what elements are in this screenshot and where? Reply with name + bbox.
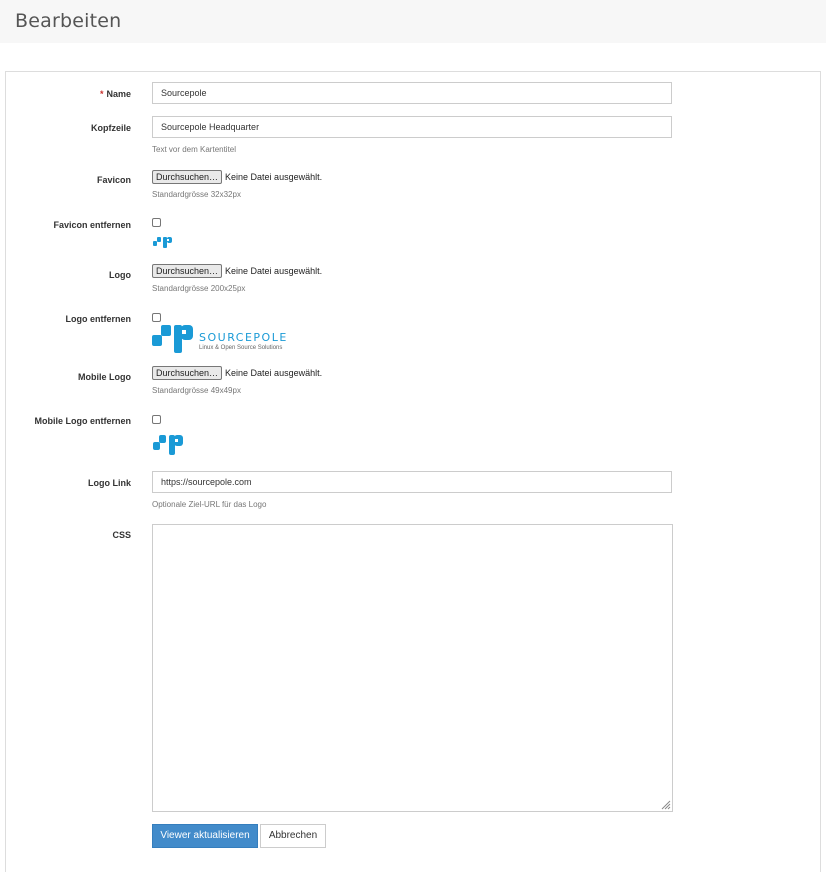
logo-label: Logo (109, 270, 131, 280)
mobile-logo-help: Standardgrösse 49x49px (152, 386, 241, 395)
favicon-preview-icon (153, 237, 172, 248)
kopfzeile-help: Text vor dem Kartentitel (152, 145, 237, 154)
logo-link-input[interactable] (152, 471, 672, 493)
name-label: * Name (99, 89, 131, 99)
update-viewer-button[interactable]: Viewer aktualisieren (152, 824, 258, 848)
page-header: Bearbeiten (0, 0, 826, 43)
mobile-logo-label: Mobile Logo (78, 372, 131, 382)
favicon-remove-checkbox[interactable] (152, 218, 161, 227)
mobile-logo-file-status: Keine Datei ausgewählt. (225, 367, 323, 378)
required-mark: * (99, 89, 104, 99)
logo-tagline: Linux & Open Source Solutions (199, 345, 283, 351)
cancel-button[interactable]: Abbrechen (260, 824, 326, 848)
logo-browse-button[interactable]: Durchsuchen… (152, 263, 223, 278)
logo-help: Standardgrösse 200x25px (152, 284, 246, 293)
logo-remove-label: Logo entfernen (65, 314, 132, 324)
logo-file-input[interactable]: Durchsuchen… Keine Datei ausgewählt. (152, 263, 322, 278)
logo-brand-text: SOURCEPOLE (199, 331, 288, 344)
favicon-file-input[interactable]: Durchsuchen… Keine Datei ausgewählt. (152, 169, 322, 184)
sourcepole-logo-icon (152, 325, 193, 353)
css-label: CSS (112, 530, 131, 540)
favicon-label: Favicon (96, 175, 131, 185)
logo-file-status: Keine Datei ausgewählt. (225, 265, 323, 276)
favicon-remove-label: Favicon entfernen (53, 220, 131, 230)
logo-preview: SOURCEPOLE Linux & Open Source Solutions (152, 324, 297, 354)
mobile-logo-preview-icon (153, 435, 183, 455)
resize-grip-icon[interactable] (661, 800, 671, 810)
favicon-help: Standardgrösse 32x32px (152, 190, 241, 199)
name-input[interactable] (152, 82, 672, 104)
mobile-logo-browse-button[interactable]: Durchsuchen… (152, 365, 223, 380)
logo-link-help: Optionale Ziel-URL für das Logo (152, 500, 267, 509)
favicon-browse-button[interactable]: Durchsuchen… (152, 169, 223, 184)
logo-link-label: Logo Link (88, 478, 131, 488)
kopfzeile-input[interactable] (152, 116, 672, 138)
mobile-logo-remove-checkbox[interactable] (152, 415, 161, 424)
favicon-file-status: Keine Datei ausgewählt. (225, 171, 323, 182)
kopfzeile-label: Kopfzeile (90, 123, 131, 133)
css-textarea[interactable] (152, 524, 673, 812)
page-title: Bearbeiten (15, 10, 122, 32)
mobile-logo-file-input[interactable]: Durchsuchen… Keine Datei ausgewählt. (152, 365, 322, 380)
mobile-logo-remove-label: Mobile Logo entfernen (34, 416, 132, 426)
logo-remove-checkbox[interactable] (152, 313, 161, 322)
